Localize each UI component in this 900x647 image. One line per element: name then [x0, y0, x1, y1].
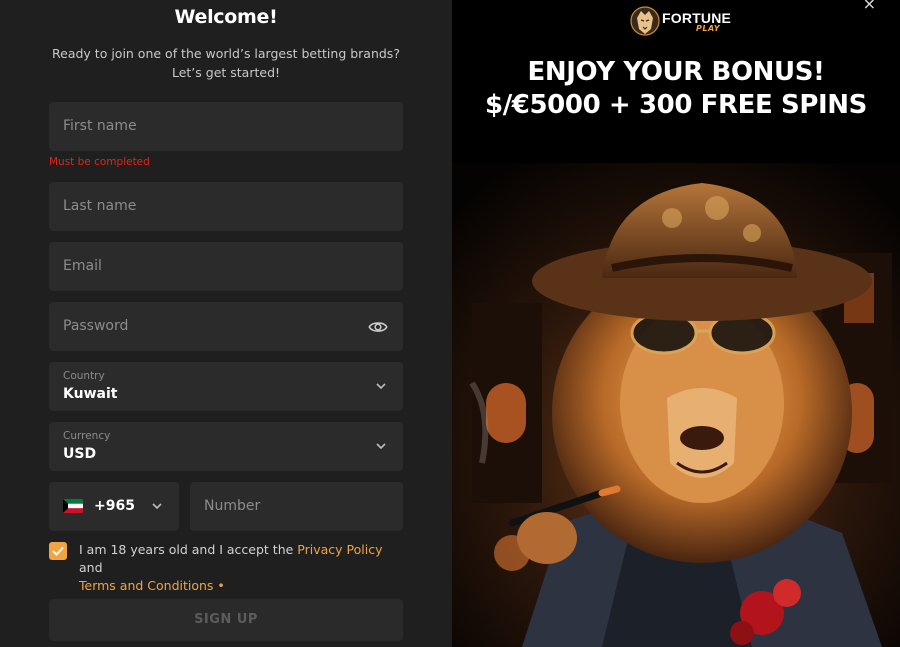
password-field[interactable]: Password: [49, 302, 403, 351]
promo-panel: × FORTUNE PLAY ENJOY YOUR BONUS! $/€5000…: [452, 0, 900, 647]
signup-form-panel: Welcome! Ready to join one of the world’…: [0, 0, 452, 647]
close-icon[interactable]: ×: [863, 0, 876, 13]
required-mark: •: [213, 578, 225, 593]
email-field[interactable]: Email: [49, 242, 403, 291]
country-select[interactable]: Country Kuwait: [49, 362, 403, 411]
consent-text: I am 18 years old and I accept the Priva…: [79, 541, 399, 595]
brand-logo: FORTUNE PLAY: [630, 4, 740, 40]
last-name-field[interactable]: Last name: [49, 182, 403, 231]
consent-text-before: I am 18 years old and I accept the: [79, 542, 298, 557]
eye-icon[interactable]: [368, 317, 388, 337]
consent-text-mid: and: [79, 560, 103, 575]
promo-headline-line2: $/€5000 + 300 FREE SPINS: [485, 90, 867, 120]
currency-select[interactable]: Currency USD: [49, 422, 403, 471]
first-name-error: Must be completed: [49, 156, 150, 168]
country-label: Country: [63, 370, 105, 382]
first-name-field[interactable]: First name: [49, 102, 403, 151]
lion-logo-icon: [630, 6, 660, 36]
phone-number-placeholder: Number: [204, 498, 261, 514]
last-name-placeholder: Last name: [63, 198, 137, 214]
chevron-down-icon: [152, 503, 162, 510]
terms-link[interactable]: Terms and Conditions: [79, 578, 213, 593]
privacy-policy-link[interactable]: Privacy Policy: [297, 542, 382, 557]
kuwait-flag-icon: [63, 499, 83, 513]
form-subtitle: Ready to join one of the world’s largest…: [52, 46, 400, 80]
logo-word-play: PLAY: [696, 24, 721, 33]
check-icon: [52, 546, 64, 556]
age-consent-checkbox[interactable]: [49, 542, 67, 560]
password-placeholder: Password: [63, 318, 129, 334]
chevron-down-icon: [376, 443, 386, 450]
currency-label: Currency: [63, 430, 111, 442]
promo-headline-line1: ENJOY YOUR BONUS!: [527, 57, 825, 87]
currency-value: USD: [63, 446, 97, 462]
email-placeholder: Email: [63, 258, 102, 274]
lion-artwork-image: [452, 163, 900, 647]
form-title: Welcome!: [174, 6, 278, 28]
signup-button[interactable]: SIGN UP: [49, 599, 403, 641]
first-name-placeholder: First name: [63, 118, 137, 134]
chevron-down-icon: [376, 383, 386, 390]
phone-code-select[interactable]: +965: [49, 482, 179, 531]
promo-headline: ENJOY YOUR BONUS! $/€5000 + 300 FREE SPI…: [452, 56, 900, 122]
phone-number-input[interactable]: Number: [190, 482, 403, 531]
country-value: Kuwait: [63, 386, 118, 402]
phone-code-value: +965: [94, 498, 135, 514]
